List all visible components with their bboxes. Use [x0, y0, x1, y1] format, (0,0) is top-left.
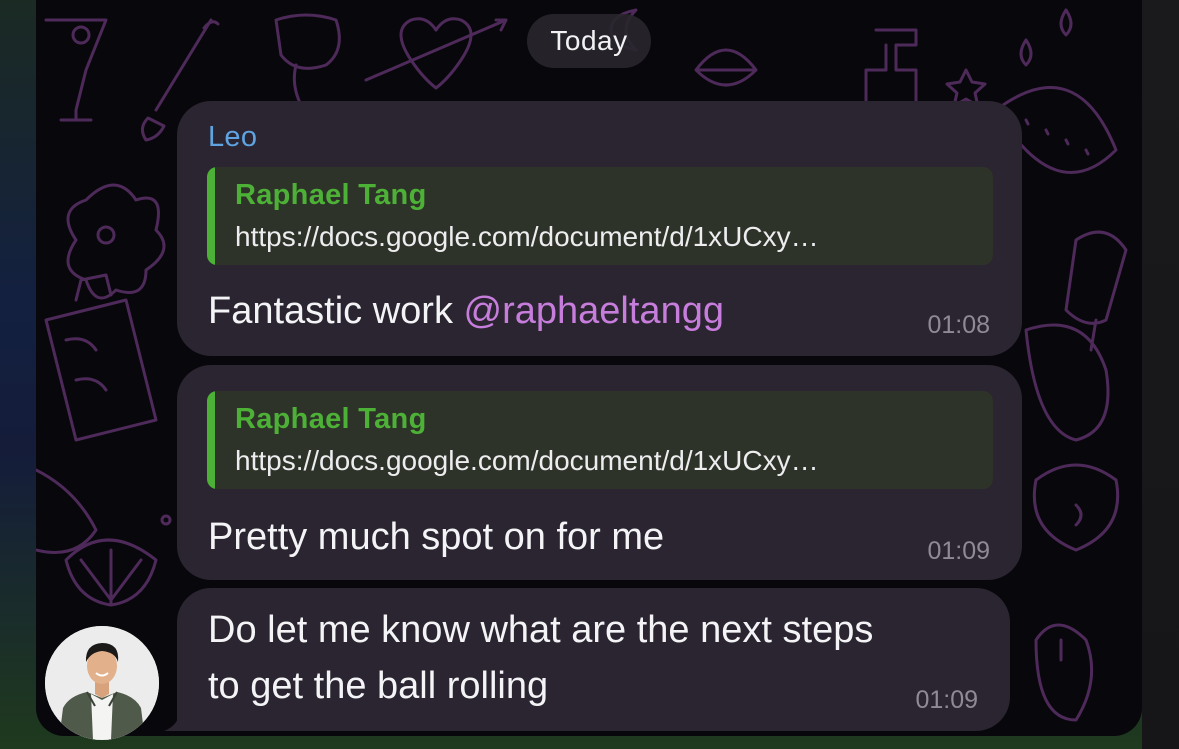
quote-author: Raphael Tang [235, 403, 427, 435]
message-text: Fantastic work @raphaeltangg [208, 283, 724, 339]
message-time: 01:09 [927, 537, 990, 565]
chat-screen: Today Leo Raphael Tang https://docs.goog… [0, 0, 1179, 749]
message-text-line: to get the ball rolling [208, 665, 549, 707]
quote-author: Raphael Tang [235, 179, 427, 211]
quote-accent-bar [207, 391, 215, 489]
message-text: Pretty much spot on for me [208, 516, 665, 558]
message-text-body: Fantastic work [208, 290, 464, 332]
message-bubble[interactable]: Leo Raphael Tang https://docs.google.com… [177, 101, 1022, 356]
user-avatar[interactable] [45, 626, 159, 740]
message-text: Do let me know what are the next steps t… [208, 602, 988, 714]
mention-link[interactable]: @raphaeltangg [464, 290, 724, 332]
reply-quote[interactable]: Raphael Tang https://docs.google.com/doc… [207, 167, 993, 265]
message-bubble[interactable]: Raphael Tang https://docs.google.com/doc… [177, 365, 1022, 580]
quote-text: https://docs.google.com/document/d/1xUCx… [235, 445, 819, 476]
message-text-line: Do let me know what are the next steps [208, 609, 874, 651]
reply-quote[interactable]: Raphael Tang https://docs.google.com/doc… [207, 391, 993, 489]
date-separator: Today [527, 14, 651, 68]
message-time: 01:09 [915, 686, 978, 714]
quote-text: https://docs.google.com/document/d/1xUCx… [235, 221, 819, 252]
quote-accent-bar [207, 167, 215, 265]
person-icon [45, 626, 159, 740]
screen-edge [1142, 0, 1179, 749]
sender-name[interactable]: Leo [208, 121, 257, 154]
message-time: 01:08 [927, 311, 990, 339]
message-bubble[interactable]: Do let me know what are the next steps t… [177, 588, 1010, 731]
